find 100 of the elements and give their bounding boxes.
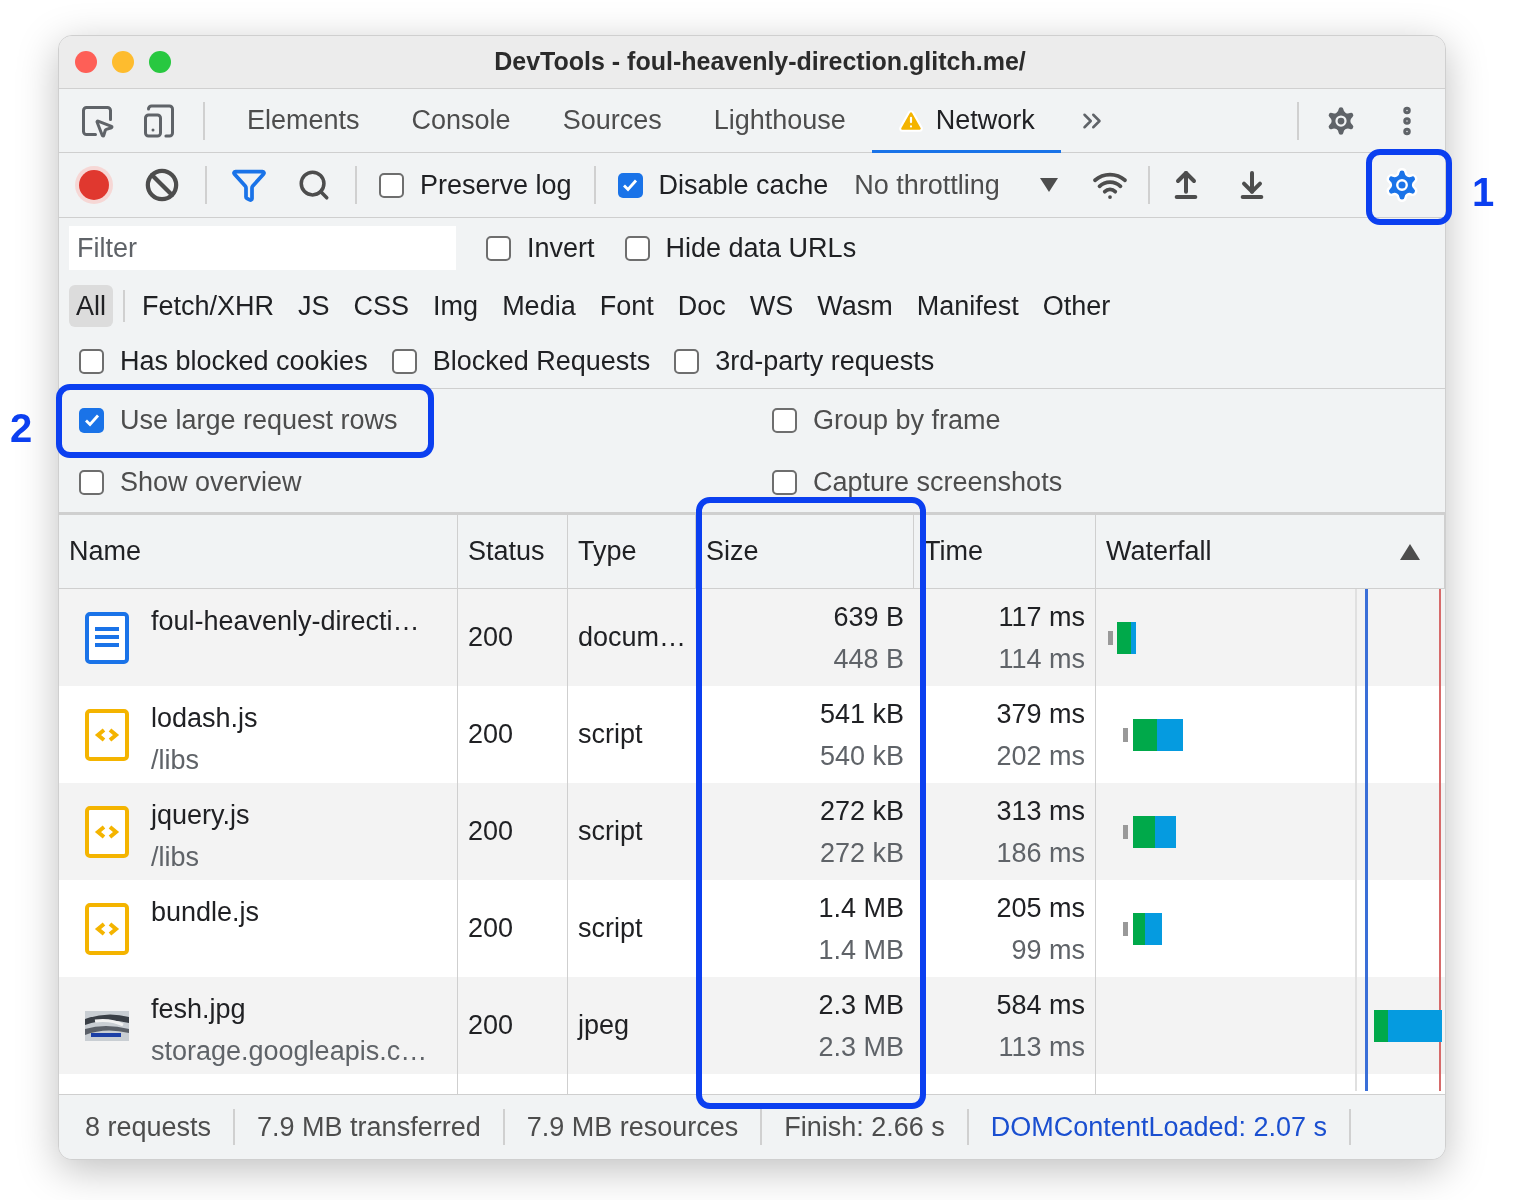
window-title: DevTools - foul-heavenly-direction.glitch.me/ <box>493 46 1027 78</box>
checkbox-label: Blocked Requests <box>432 344 651 378</box>
checkbox[interactable] <box>79 348 104 374</box>
column-header[interactable]: Time <box>914 515 1096 588</box>
annotation-number: 1 <box>1472 169 1495 216</box>
dropdown-caret-icon <box>1039 178 1058 192</box>
checkbox[interactable] <box>486 235 511 261</box>
type-filter-chip[interactable]: Other <box>1035 285 1118 327</box>
type-filter-chip[interactable]: CSS <box>346 285 417 327</box>
throttling-dropdown[interactable]: No throttling <box>854 164 1058 206</box>
checkbox-label: Disable cache <box>658 168 829 202</box>
type-cell-text: script <box>578 912 643 946</box>
tab[interactable]: Sources <box>536 88 688 153</box>
column-header[interactable]: Waterfall <box>1096 515 1445 588</box>
search-icon[interactable] <box>297 168 331 202</box>
checkbox[interactable] <box>624 235 650 261</box>
type-filter-chip[interactable]: All <box>69 285 113 327</box>
tab[interactable]: Elements <box>221 88 386 153</box>
status-text: DOMContentLoaded: 2.07 s <box>990 1110 1328 1144</box>
checkbox-label: Show overview <box>120 465 302 499</box>
checkbox[interactable] <box>79 469 104 495</box>
waterfall-timing-bar <box>1123 718 1183 751</box>
checkbox[interactable] <box>391 348 417 374</box>
tab[interactable]: Lighthouse <box>687 88 872 153</box>
sort-ascending-icon <box>1400 543 1420 560</box>
type-filter-chip[interactable]: Doc <box>670 285 733 327</box>
column-header[interactable]: Name <box>59 515 458 588</box>
latency-cell-text: 202 ms <box>996 739 1085 773</box>
status-text: 7.9 MB resources <box>526 1110 739 1144</box>
checkbox[interactable] <box>379 172 404 198</box>
column-header[interactable]: Size <box>696 515 914 588</box>
checkbox-label: Hide data URLs <box>665 231 857 265</box>
record-button[interactable] <box>79 170 109 200</box>
type-filter-chip[interactable]: Img <box>426 285 486 327</box>
checkbox[interactable] <box>674 348 700 374</box>
type-filter-chip[interactable]: Manifest <box>909 285 1026 327</box>
checkbox-label: Group by frame <box>813 403 1001 437</box>
size-cell-text: 1.4 MB <box>818 891 904 925</box>
type-filter-chip[interactable]: Wasm <box>810 285 900 327</box>
status-text: 8 requests <box>85 1110 212 1144</box>
time-cell-text: 117 ms <box>998 600 1085 634</box>
time-cell-text: 313 ms <box>996 794 1085 828</box>
waterfall-timing-bar <box>1123 912 1162 945</box>
status-cell-text: 200 <box>468 718 514 752</box>
document-icon <box>85 611 129 664</box>
request-path: storage.googleapis.c… <box>151 1035 428 1068</box>
checkbox-label: Has blocked cookies <box>120 344 368 378</box>
checkbox-label: Preserve log <box>420 168 572 202</box>
type-cell-text: docum… <box>578 621 687 655</box>
waterfall-timing-bar <box>1123 815 1176 848</box>
column-header[interactable]: Type <box>568 515 696 588</box>
type-filter-chip[interactable]: Font <box>592 285 661 327</box>
checkbox-label: Capture screenshots <box>813 465 1063 499</box>
type-filter-chip[interactable]: Fetch/XHR <box>135 285 282 327</box>
filter-icon[interactable] <box>231 167 267 203</box>
type-filter-chip[interactable]: Media <box>495 285 583 327</box>
filter-field[interactable]: Filter <box>69 226 456 270</box>
latency-cell-text: 186 ms <box>996 836 1085 870</box>
size-cell-text: 639 B <box>833 600 904 634</box>
time-cell-text: 205 ms <box>996 891 1085 925</box>
request-name: bundle.js <box>151 896 260 929</box>
resource-size-cell-text: 448 B <box>833 642 904 676</box>
latency-cell-text: 99 ms <box>1011 933 1085 967</box>
time-cell-text: 584 ms <box>996 988 1085 1022</box>
column-header[interactable]: Status <box>458 515 568 588</box>
checkbox[interactable] <box>79 407 104 433</box>
request-name: foul-heavenly-directi… <box>151 605 420 638</box>
tab[interactable]: Network <box>871 88 1061 153</box>
device-toolbar-icon[interactable] <box>141 102 177 139</box>
checkbox-label: 3rd-party requests <box>715 344 935 378</box>
type-filter-chip[interactable]: JS <box>291 285 337 327</box>
type-cell-text: jpeg <box>578 1009 630 1043</box>
waterfall-timing-bar <box>1108 621 1136 654</box>
checkbox[interactable] <box>617 172 643 198</box>
checkbox-label: Invert <box>527 231 595 265</box>
latency-cell-text: 113 ms <box>998 1030 1085 1064</box>
size-cell-text: 272 kB <box>819 794 904 828</box>
checkbox[interactable] <box>772 407 797 433</box>
status-cell-text: 200 <box>468 912 514 946</box>
resource-size-cell-text: 540 kB <box>819 739 904 773</box>
resource-size-cell-text: 272 kB <box>819 836 904 870</box>
clear-icon[interactable] <box>145 168 179 202</box>
status-cell-text: 200 <box>468 1009 514 1043</box>
type-filter-chip[interactable]: WS <box>742 285 801 327</box>
script-file-icon <box>85 902 129 955</box>
status-cell-text: 200 <box>468 815 514 849</box>
resource-size-cell-text: 2.3 MB <box>818 1030 904 1064</box>
latency-cell-text: 114 ms <box>998 642 1085 676</box>
checkbox[interactable] <box>772 469 797 495</box>
size-cell-text: 2.3 MB <box>818 988 904 1022</box>
status-text: 7.9 MB transferred <box>257 1110 481 1144</box>
time-cell-text: 379 ms <box>996 697 1085 731</box>
request-name: fesh.jpg <box>151 993 247 1026</box>
tab[interactable]: Console <box>385 88 537 153</box>
resource-size-cell-text: 1.4 MB <box>818 933 904 967</box>
close-button[interactable] <box>75 51 97 73</box>
waterfall-timing-bar <box>1374 1009 1442 1042</box>
script-file-icon <box>85 708 129 761</box>
request-name: jquery.js <box>151 799 250 832</box>
warning-icon <box>897 107 924 134</box>
